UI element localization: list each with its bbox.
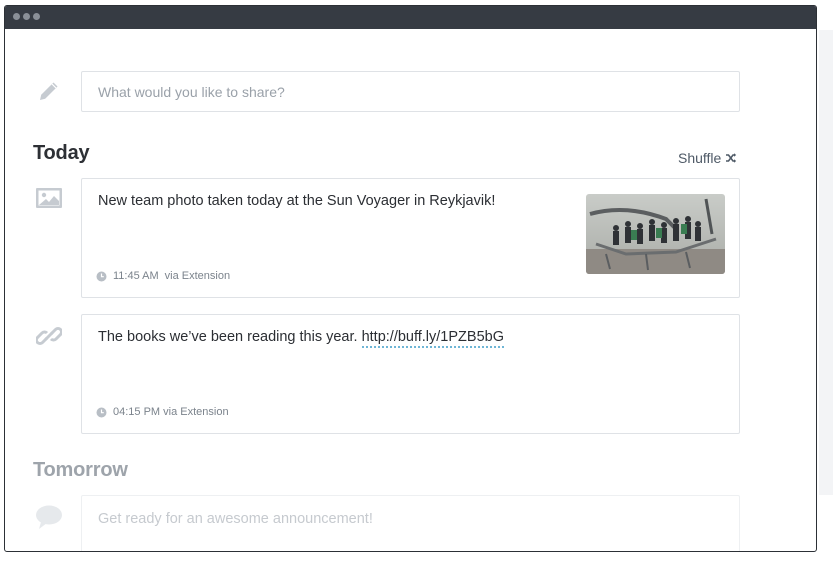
- post-link[interactable]: http://buff.ly/1PZB5bG: [361, 329, 504, 348]
- post-time: 11:45 AM: [113, 270, 159, 282]
- shuffle-icon: [726, 153, 737, 163]
- background-strip: [819, 30, 833, 495]
- post-via: via Extension: [164, 270, 231, 282]
- window-dot-icon[interactable]: [33, 13, 40, 20]
- window-dot-icon[interactable]: [23, 13, 30, 20]
- clock-icon: [96, 407, 107, 417]
- post-card[interactable]: The books we’ve been reading this year. …: [81, 314, 740, 434]
- image-icon: [35, 184, 63, 212]
- post-text: Get ready for an awesome announcement!: [98, 511, 373, 527]
- post-meta: 04:15 PM via Extension: [96, 406, 229, 418]
- window-titlebar: [5, 6, 816, 29]
- shuffle-label: Shuffle: [678, 150, 722, 166]
- post-meta: 11:45 AM via Extension: [96, 270, 230, 282]
- post-meta-text: 04:15 PM via Extension: [113, 406, 229, 418]
- section-title-tomorrow: Tomorrow: [33, 459, 128, 481]
- post-card[interactable]: New team photo taken today at the Sun Vo…: [81, 178, 740, 298]
- compose-placeholder: What would you like to share?: [98, 83, 285, 100]
- speech-bubble-icon: [35, 503, 63, 531]
- shuffle-button[interactable]: Shuffle: [678, 150, 737, 166]
- post-text: New team photo taken today at the Sun Vo…: [98, 193, 496, 209]
- post-thumbnail[interactable]: [586, 194, 725, 274]
- window-dot-icon[interactable]: [13, 13, 20, 20]
- compose-input[interactable]: What would you like to share?: [81, 71, 740, 112]
- pencil-icon: [35, 77, 63, 105]
- app-window: What would you like to share? Today Shuf…: [4, 5, 817, 552]
- post-card[interactable]: Get ready for an awesome announcement!: [81, 495, 740, 551]
- section-title-today: Today: [33, 142, 90, 164]
- link-icon: [35, 322, 63, 350]
- post-text-content: The books we’ve been reading this year.: [98, 329, 362, 345]
- queue-content: What would you like to share? Today Shuf…: [5, 29, 816, 551]
- post-text: The books we’ve been reading this year. …: [98, 329, 504, 348]
- clock-icon: [96, 271, 107, 281]
